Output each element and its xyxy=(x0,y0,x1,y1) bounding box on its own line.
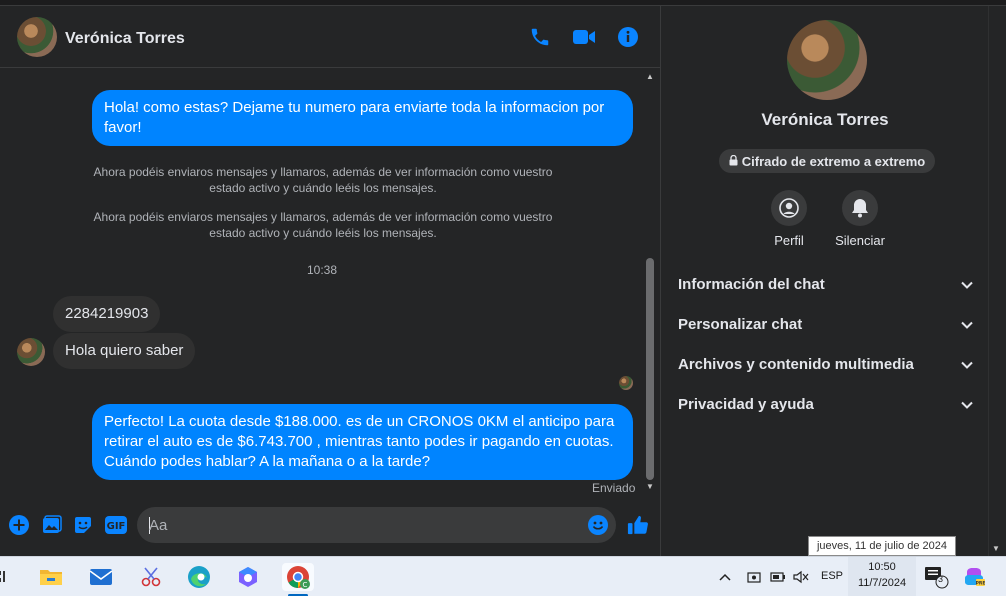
scroll-up-arrow[interactable]: ▲ xyxy=(645,72,655,82)
chevron-down-icon xyxy=(960,278,974,296)
file-explorer-icon[interactable] xyxy=(37,563,65,591)
message-bubble-outgoing[interactable]: Perfecto! La cuota desde $188.000. es de… xyxy=(92,404,633,480)
message-input-placeholder: Aa xyxy=(149,517,168,534)
profile-icon[interactable] xyxy=(771,190,807,226)
mail-icon[interactable] xyxy=(87,563,115,591)
message-timestamp: 10:38 xyxy=(306,263,338,277)
svg-text:C: C xyxy=(303,581,308,589)
screen: Verónica Torres Hola! como estas? Dejame… xyxy=(0,0,1006,596)
profile-action-label: Perfil xyxy=(774,233,804,248)
svg-text:GIF: GIF xyxy=(107,521,126,532)
bell-icon[interactable] xyxy=(842,190,878,226)
contact-name[interactable]: Verónica Torres xyxy=(65,30,185,48)
scroll-down-arrow[interactable]: ▼ xyxy=(992,544,1000,553)
mute-action[interactable]: Silenciar xyxy=(830,190,890,248)
profile-action[interactable]: Perfil xyxy=(759,190,819,248)
emoji-icon[interactable] xyxy=(587,514,609,536)
clock-time: 10:50 xyxy=(868,561,896,573)
system-message: Ahora podéis enviaros mensajes y llamaro… xyxy=(93,210,553,240)
contact-avatar-small xyxy=(17,338,45,366)
section-label: Personalizar chat xyxy=(678,316,803,333)
system-message: Ahora podéis enviaros mensajes y llamaro… xyxy=(93,165,553,195)
battery-icon[interactable] xyxy=(768,563,788,591)
volume-muted-icon[interactable] xyxy=(792,563,810,591)
encryption-badge[interactable]: Cifrado de extremo a extremo xyxy=(719,149,935,173)
taskbar: C ESP 10:50 11/7/2024 3 PRE xyxy=(0,556,1006,596)
section-label: Información del chat xyxy=(678,276,825,293)
message-bubble-incoming[interactable]: 2284219903 xyxy=(53,296,161,332)
scroll-down-arrow[interactable]: ▼ xyxy=(645,482,655,492)
chevron-down-icon xyxy=(960,358,974,376)
chevron-up-icon[interactable] xyxy=(716,563,734,591)
composer: GIF Aa xyxy=(0,502,660,552)
chat-info-panel: Verónica Torres Cifrado de extremo a ext… xyxy=(660,6,988,556)
section-chat-info[interactable]: Información del chat xyxy=(678,276,976,300)
svg-text:PRE: PRE xyxy=(976,581,985,587)
widgets-icon[interactable] xyxy=(0,563,10,591)
contact-avatar[interactable] xyxy=(17,17,57,57)
image-icon[interactable] xyxy=(41,514,63,536)
scroll-thumb[interactable] xyxy=(646,258,654,480)
copilot-icon[interactable]: PRE xyxy=(960,563,988,591)
mute-action-label: Silenciar xyxy=(835,233,885,248)
section-customize-chat[interactable]: Personalizar chat xyxy=(678,316,976,340)
section-media-files[interactable]: Archivos y contenido multimedia xyxy=(678,356,976,380)
plus-icon[interactable] xyxy=(8,514,30,536)
video-icon[interactable] xyxy=(571,24,597,50)
section-label: Archivos y contenido multimedia xyxy=(678,356,914,373)
chevron-down-icon xyxy=(960,398,974,416)
lock-icon xyxy=(729,154,738,169)
message-list[interactable]: Hola! como estas? Dejame tu numero para … xyxy=(0,68,644,496)
chat-area: Verónica Torres Hola! como estas? Dejame… xyxy=(0,6,660,556)
clock-date: 11/7/2024 xyxy=(857,577,907,589)
section-label: Privacidad y ayuda xyxy=(678,396,814,413)
message-status: Enviado xyxy=(592,481,636,495)
panel-avatar[interactable] xyxy=(787,20,867,100)
screen-capture-icon[interactable] xyxy=(745,563,763,591)
language-indicator[interactable]: ESP xyxy=(821,570,843,582)
snipping-tool-icon[interactable] xyxy=(137,563,165,591)
panel-contact-name: Verónica Torres xyxy=(761,110,889,129)
message-bubble-incoming[interactable]: Hola quiero saber xyxy=(53,333,196,369)
chat-header: Verónica Torres xyxy=(0,6,660,68)
window-scrollbar[interactable]: ▼ xyxy=(988,6,1006,556)
message-bubble-outgoing[interactable]: Hola! como estas? Dejame tu numero para … xyxy=(92,90,633,146)
gif-icon[interactable]: GIF xyxy=(104,514,128,536)
like-icon[interactable] xyxy=(627,514,649,536)
clock[interactable]: 10:50 11/7/2024 xyxy=(848,557,916,596)
message-input[interactable]: Aa xyxy=(137,507,616,543)
notification-count: 3 xyxy=(938,574,944,584)
chevron-down-icon xyxy=(960,318,974,336)
read-receipt-avatar xyxy=(619,376,633,390)
copilot-app-icon[interactable] xyxy=(234,563,262,591)
encryption-label: Cifrado de extremo a extremo xyxy=(741,153,926,169)
scrollbar[interactable]: ▲ ▼ xyxy=(643,68,657,496)
phone-icon[interactable] xyxy=(527,24,553,50)
edge-browser-icon[interactable] xyxy=(185,563,213,591)
chrome-browser-icon[interactable]: C xyxy=(282,563,314,591)
date-tooltip: jueves, 11 de julio de 2024 xyxy=(808,536,956,556)
notifications-icon[interactable]: 3 xyxy=(922,563,950,591)
sticker-icon[interactable] xyxy=(72,514,94,536)
section-privacy-help[interactable]: Privacidad y ayuda xyxy=(678,396,976,420)
info-icon[interactable] xyxy=(615,24,641,50)
